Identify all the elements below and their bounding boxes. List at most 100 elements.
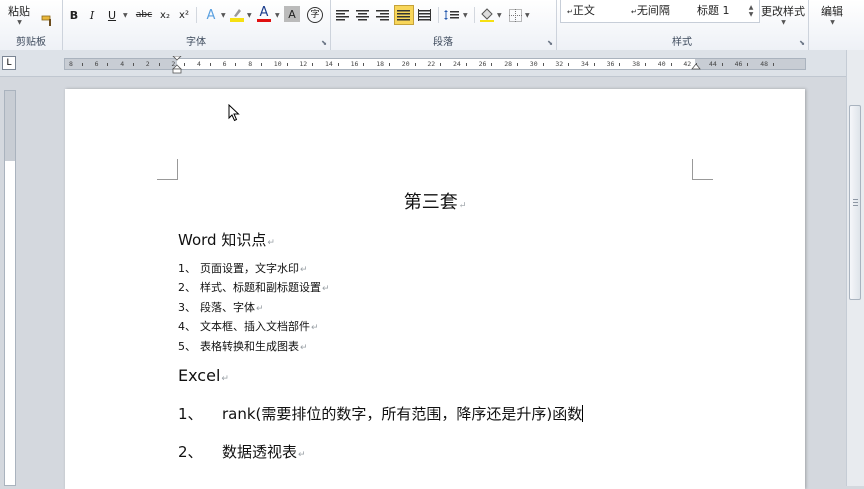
ruler-number: 2 (145, 60, 150, 68)
document-title[interactable]: 第三套↵ (65, 188, 805, 214)
edit-dropdown-icon: ▼ (830, 18, 835, 26)
word-list-item[interactable]: 4、 文本框、插入文档部件↵ (178, 318, 319, 334)
underline-dropdown-icon[interactable]: ▼ (123, 12, 128, 19)
excel-section-heading[interactable]: Excel↵ (178, 366, 229, 385)
horizontal-ruler[interactable]: 8 6 4 2 2 4 6 8 10 12 14 16 18 20 22 24 26 28 30 32 34 36 38 40… (64, 56, 806, 74)
ruler-number: 4 (197, 60, 201, 68)
ruler-number: 12 (299, 60, 308, 68)
ruler-tick (337, 63, 339, 66)
format-painter-button[interactable] (40, 14, 56, 28)
align-center-icon (356, 10, 369, 21)
ruler-tick (517, 63, 518, 66)
ruler-number: 4 (120, 60, 125, 68)
align-center-button[interactable] (354, 6, 372, 24)
word-list-item[interactable]: 2、 样式、标题和副标题设置↵ (178, 279, 330, 295)
ruler-tick (491, 63, 493, 66)
strikethrough-button[interactable]: abc (134, 6, 154, 24)
change-styles-dropdown-icon: ▼ (781, 18, 786, 26)
paint-bucket-icon (480, 8, 494, 22)
borders-dropdown-icon[interactable]: ▼ (525, 12, 530, 19)
ruler-tick (414, 63, 416, 66)
highlight-dropdown-icon[interactable]: ▼ (247, 12, 252, 19)
text-effects-dropdown-icon[interactable]: ▼ (221, 12, 226, 19)
ruler-tick (465, 63, 467, 66)
ruler-number: 36 (606, 60, 615, 68)
paste-button[interactable]: 粘贴 ▼ (4, 0, 34, 28)
ruler-number: 32 (555, 60, 564, 68)
ruler-number: 20 (401, 60, 410, 68)
char-shading-button[interactable]: A (284, 6, 300, 22)
excel-list-item[interactable]: 2、 数据透视表↵ (178, 441, 306, 462)
highlight-button[interactable] (228, 6, 246, 24)
document-page[interactable]: 第三套↵ Word 知识点↵ 1、 页面设置，文字水印↵ 2、 样式、标题和副标题设… (65, 89, 805, 489)
styles-gallery: ↵正文 ↵无间隔 标题 1 (560, 0, 760, 23)
edit-label: 编辑 (821, 4, 843, 18)
superscript-button[interactable]: x² (176, 6, 192, 24)
tab-selector-icon[interactable]: L (2, 56, 16, 70)
align-right-button[interactable] (374, 6, 392, 24)
shading-dropdown-icon[interactable]: ▼ (497, 12, 502, 19)
ruler-tick (773, 63, 774, 66)
edit-button[interactable]: 编辑 ▼ (812, 0, 852, 28)
borders-icon (508, 8, 522, 22)
ruler-tick (107, 63, 109, 66)
line-spacing-dropdown-icon[interactable]: ▼ (463, 12, 468, 19)
vertical-scrollbar[interactable] (846, 50, 864, 486)
change-styles-button[interactable]: 更改样式 ▼ (760, 0, 806, 28)
shading-button[interactable] (478, 6, 496, 24)
style-no-spacing[interactable]: ↵无间隔 (631, 2, 670, 18)
font-group: B I U ▼ abc x₂ x² A ▼ ▼ A ▼ A 字 字体 ⬊ (62, 0, 331, 50)
change-styles-label: 更改样式 (761, 4, 805, 18)
word-list-item[interactable]: 5、 表格转换和生成图表↵ (178, 338, 308, 354)
styles-gallery-scroll[interactable]: ▲ ▼ (746, 2, 756, 20)
vertical-ruler[interactable] (4, 90, 16, 486)
justify-button[interactable] (394, 5, 414, 25)
enclose-char-button[interactable]: 字 (306, 6, 324, 24)
font-color-letter: A (259, 5, 269, 20)
ruler-number: 14 (325, 60, 333, 68)
ruler-tick (286, 63, 288, 66)
style-heading-1[interactable]: 标题 1 (697, 2, 730, 18)
justify-icon (397, 10, 410, 21)
word-list-item[interactable]: 1、 页面设置，文字水印↵ (178, 260, 308, 276)
ruler-number: 6 (94, 60, 99, 68)
underline-button[interactable]: U (104, 6, 120, 24)
excel-list-item[interactable]: 1、 rank(需要排位的数字，所有范围，降序还是升序)函数 (178, 403, 584, 424)
italic-button[interactable]: I (84, 6, 100, 24)
distributed-button[interactable] (416, 6, 434, 24)
ruler-number: 34 (581, 60, 589, 68)
right-indent-marker-icon (691, 64, 701, 70)
style-normal[interactable]: ↵正文 (567, 2, 595, 18)
gallery-up-icon: ▲ (748, 4, 754, 11)
word-section-heading[interactable]: Word 知识点↵ (178, 229, 275, 250)
ribbon: 粘贴 ▼ 剪贴板 B I U ▼ abc x₂ x² A ▼ ▼ A ▼ A 字… (0, 0, 864, 51)
font-color-dropdown-icon[interactable]: ▼ (275, 12, 280, 19)
paragraph-dialog-launcher-icon[interactable]: ⬊ (547, 39, 553, 47)
font-dialog-launcher-icon[interactable]: ⬊ (321, 39, 327, 47)
ruler-tick (312, 63, 314, 66)
text-effects-button[interactable]: A (202, 6, 220, 24)
distributed-align-icon (418, 9, 431, 21)
paste-dropdown-icon: ▼ (17, 18, 22, 26)
clipboard-group: 粘贴 ▼ 剪贴板 (0, 0, 63, 50)
subscript-button[interactable]: x₂ (157, 6, 173, 24)
ruler-number: 48 (760, 60, 769, 68)
ruler-number: 26 (478, 60, 487, 68)
clipboard-group-label: 剪贴板 (16, 37, 46, 48)
ruler-tick (568, 63, 570, 66)
ruler-number: 18 (376, 60, 385, 68)
ruler-number: 38 (632, 60, 641, 68)
line-spacing-button[interactable] (442, 6, 462, 24)
borders-button[interactable] (506, 6, 524, 24)
ruler-number: 40 (657, 60, 666, 68)
styles-dialog-launcher-icon[interactable]: ⬊ (799, 39, 805, 47)
ruler-number: 8 (248, 60, 253, 68)
bold-button[interactable]: B (66, 6, 82, 24)
word-list-item[interactable]: 3、 段落、字体↵ (178, 299, 264, 315)
scrollbar-thumb[interactable] (849, 105, 861, 300)
ruler-tick (209, 63, 211, 66)
paragraph-group-label: 段落 (433, 37, 453, 48)
align-left-button[interactable] (334, 6, 352, 24)
paste-label: 粘贴 (8, 4, 30, 18)
font-color-button[interactable]: A (256, 4, 272, 24)
